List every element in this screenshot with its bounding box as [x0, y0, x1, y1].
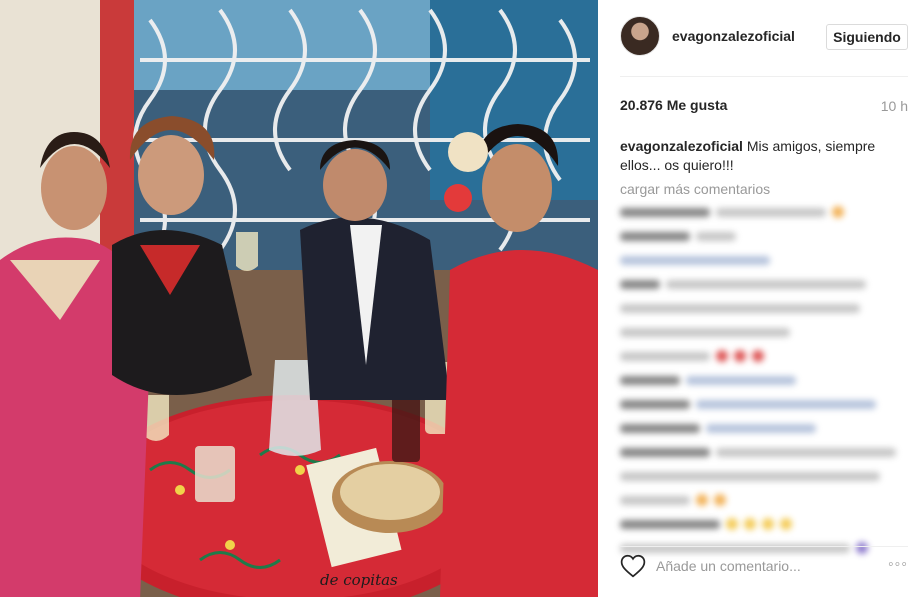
header-divider [620, 76, 908, 77]
post-details-panel: evagonzalezoficial Siguiendo 20.876 Me g… [598, 0, 920, 597]
load-more-comments[interactable]: cargar más comentarios [620, 181, 770, 197]
more-options-icon[interactable]: ◦◦◦ [888, 556, 908, 574]
table-inscription: de copitas [320, 571, 398, 589]
comment-bar: ◦◦◦ [598, 546, 920, 597]
post-photo[interactable]: de copitas [0, 0, 598, 597]
username-link[interactable]: evagonzalezoficial [672, 28, 795, 44]
post-header: evagonzalezoficial Siguiendo [598, 0, 920, 76]
blurred-comments [620, 200, 910, 554]
heart-icon[interactable] [620, 554, 646, 578]
avatar[interactable] [620, 16, 660, 56]
likes-count[interactable]: 20.876 Me gusta [620, 97, 727, 113]
photo-illustration: de copitas [0, 0, 598, 597]
post-caption: evagonzalezoficial Mis amigos, siempre e… [620, 137, 900, 175]
post-time: 10 h [880, 98, 908, 114]
comment-input[interactable] [656, 554, 866, 578]
caption-username[interactable]: evagonzalezoficial [620, 138, 743, 154]
following-button[interactable]: Siguiendo [826, 24, 908, 50]
